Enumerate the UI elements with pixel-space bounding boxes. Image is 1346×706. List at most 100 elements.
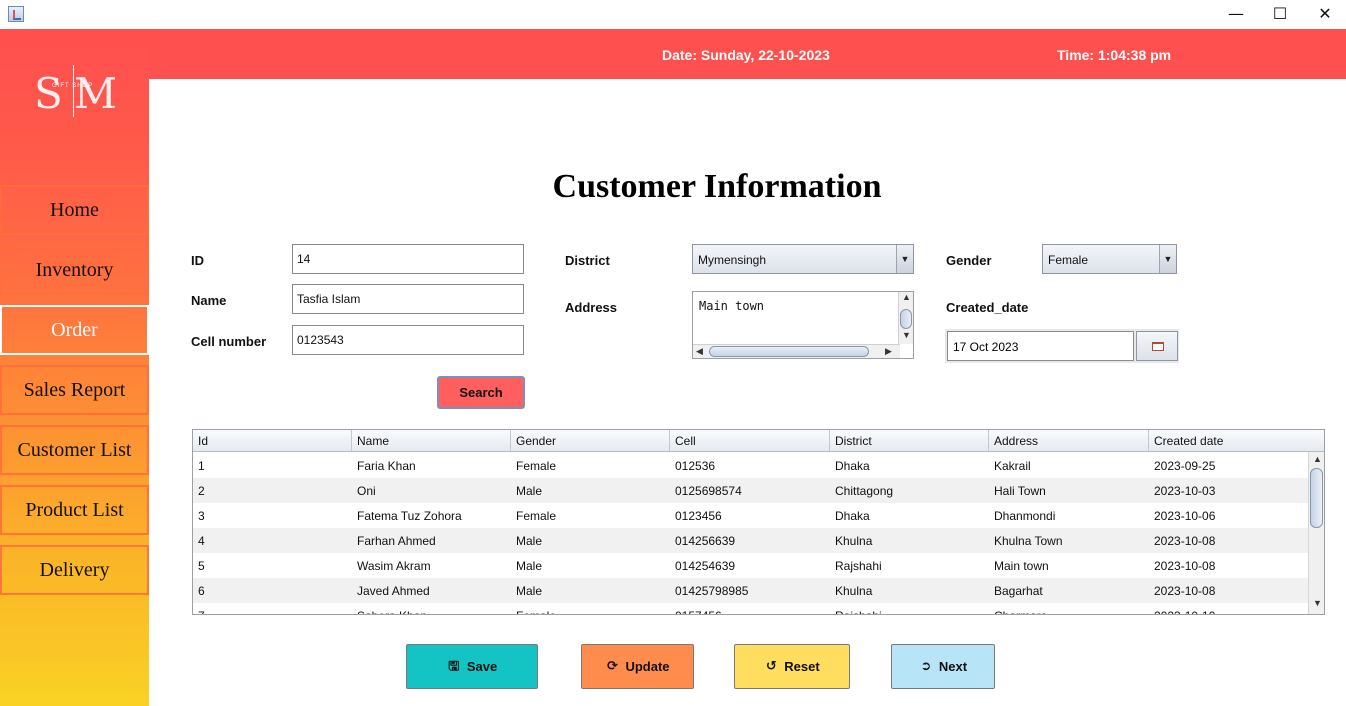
created-date-field[interactable]: 17 Oct 2023 bbox=[947, 331, 1134, 361]
address-horizontal-scrollbar[interactable]: ◀ ▶ bbox=[693, 344, 900, 358]
cell-district: Dhaka bbox=[835, 459, 870, 473]
cell-address: Khulna Town bbox=[994, 534, 1063, 548]
cell-gender: Female bbox=[516, 459, 557, 473]
address-vertical-scrollbar[interactable]: ▲ ▼ bbox=[898, 292, 913, 344]
minimize-button[interactable]: — bbox=[1213, 0, 1259, 29]
cell-district: Chittagong bbox=[835, 484, 894, 498]
cell-name: Fatema Tuz Zohora bbox=[357, 509, 462, 523]
table-row[interactable]: 6 Javed Ahmed Male 01425798985 Khulna Bagarha… bbox=[193, 578, 1309, 603]
table-row[interactable]: 1 Faria Khan Female 012536 Dhaka Kakrail 2023-… bbox=[193, 453, 1309, 478]
search-button[interactable]: Search bbox=[437, 376, 525, 409]
table-row[interactable]: 2 Oni Male 0125698574 Chittagong Hali Town 202… bbox=[193, 478, 1309, 503]
column-header-name[interactable]: Name bbox=[352, 430, 511, 451]
sidebar-item-home[interactable]: Home bbox=[0, 185, 149, 235]
created-date-label: Created_date bbox=[946, 300, 1029, 315]
scroll-up-icon[interactable]: ▲ bbox=[1313, 454, 1322, 464]
save-button-label: Save bbox=[466, 659, 498, 674]
logo-subtitle: GIFT SHOP bbox=[52, 83, 94, 89]
scroll-down-icon[interactable]: ▼ bbox=[1313, 598, 1322, 608]
column-header-created-date[interactable]: Created date bbox=[1149, 430, 1309, 451]
cell-id: 5 bbox=[198, 559, 205, 573]
cell-address: Dhanmondi bbox=[994, 509, 1056, 523]
cell-id: 2 bbox=[198, 484, 205, 498]
column-header-gender[interactable]: Gender bbox=[511, 430, 670, 451]
sidebar-item-order[interactable]: Order bbox=[0, 305, 149, 355]
cell-id: 3 bbox=[198, 509, 205, 523]
sidebar-item-delivery[interactable]: Delivery bbox=[0, 545, 149, 595]
cell-created-date: 2023-10-06 bbox=[1154, 509, 1216, 523]
cell-cell: 012536 bbox=[675, 459, 716, 473]
reset-button[interactable]: ↺ Reset bbox=[734, 644, 850, 689]
table-row[interactable]: 5 Wasim Akram Male 014254639 Rajshahi Main to… bbox=[193, 553, 1309, 578]
cell-cell: 014256639 bbox=[675, 534, 736, 548]
table-scroll-thumb[interactable] bbox=[1310, 468, 1323, 528]
cell-created-date: 2023-10-08 bbox=[1154, 559, 1216, 573]
cell-address: Main town bbox=[994, 559, 1049, 573]
cell-number-label: Cell number bbox=[191, 334, 267, 349]
cell-number-field[interactable]: 0123543 bbox=[292, 325, 524, 355]
column-header-district[interactable]: District bbox=[830, 430, 989, 451]
table-row[interactable]: 3 Fatema Tuz Zohora Female 0123456 Dhaka Dhan… bbox=[193, 503, 1309, 528]
cell-district: Dhaka bbox=[835, 509, 870, 523]
table-header-corner bbox=[1308, 430, 1324, 452]
update-button[interactable]: ⟳ Update bbox=[581, 644, 694, 689]
next-button[interactable]: ➲ Next bbox=[891, 644, 995, 689]
logo-letter-s: S bbox=[34, 69, 63, 118]
cell-name: Faria Khan bbox=[357, 459, 416, 473]
address-textarea[interactable]: Main town ▲ ▼ ◀ ▶ bbox=[692, 291, 914, 359]
column-header-id[interactable]: Id bbox=[193, 430, 352, 451]
customer-table: Id Name Gender Cell District Address Cre… bbox=[192, 429, 1325, 615]
cell-created-date: 2023-10-10 bbox=[1149, 603, 1220, 614]
cell-name: Wasim Akram bbox=[357, 559, 431, 573]
district-label: District bbox=[565, 253, 610, 268]
name-label: Name bbox=[191, 293, 227, 308]
gender-select[interactable]: Female ▼ bbox=[1042, 244, 1177, 274]
page-title: Customer Information bbox=[552, 168, 882, 205]
cell-created-date: 2023-10-08 bbox=[1154, 584, 1216, 598]
id-field[interactable]: 14 bbox=[292, 244, 524, 274]
reset-button-label: Reset bbox=[784, 659, 820, 674]
scroll-down-icon[interactable]: ▼ bbox=[902, 330, 911, 340]
column-header-cell[interactable]: Cell bbox=[670, 430, 830, 451]
column-header-address[interactable]: Address bbox=[989, 430, 1149, 451]
chevron-down-icon: ▼ bbox=[896, 245, 913, 273]
name-field[interactable]: Tasfia Islam bbox=[292, 284, 524, 314]
sidebar: S M GIFT SHOP Home Inventory Order Sales… bbox=[0, 29, 149, 706]
window-titlebar: — ☐ ✕ bbox=[0, 0, 1346, 29]
scroll-up-icon[interactable]: ▲ bbox=[902, 292, 911, 302]
scroll-right-icon[interactable]: ▶ bbox=[885, 346, 892, 357]
id-label: ID bbox=[191, 253, 204, 268]
chevron-down-icon: ▼ bbox=[1159, 245, 1176, 273]
cell-id: 7 bbox=[193, 603, 210, 614]
cell-created-date: 2023-10-03 bbox=[1154, 484, 1216, 498]
gender-select-value: Female bbox=[1048, 253, 1089, 267]
sidebar-item-sales-report[interactable]: Sales Report bbox=[0, 365, 149, 415]
logo-letter-m: M bbox=[74, 69, 118, 118]
district-select[interactable]: Mymensingh ▼ bbox=[692, 244, 914, 274]
cell-cell: 0125698574 bbox=[675, 484, 742, 498]
arrow-right-circle-icon: ➲ bbox=[920, 658, 932, 674]
cell-address: Charmara bbox=[989, 603, 1052, 614]
district-select-value: Mymensingh bbox=[698, 253, 767, 267]
table-header: Id Name Gender Cell District Address Cre… bbox=[193, 430, 1309, 452]
sidebar-item-inventory[interactable]: Inventory bbox=[0, 245, 149, 295]
sidebar-item-customer-list[interactable]: Customer List bbox=[0, 425, 149, 475]
cell-name: Javed Ahmed bbox=[357, 584, 430, 598]
close-button[interactable]: ✕ bbox=[1302, 0, 1346, 29]
calendar-button[interactable] bbox=[1136, 331, 1178, 361]
scroll-left-icon[interactable]: ◀ bbox=[696, 346, 703, 357]
table-row[interactable]: 4 Farhan Ahmed Male 014256639 Khulna Khulna T… bbox=[193, 528, 1309, 553]
scroll-thumb[interactable] bbox=[900, 309, 912, 329]
table-vertical-scrollbar[interactable]: ▲ ▼ bbox=[1308, 452, 1324, 614]
maximize-button[interactable]: ☐ bbox=[1257, 0, 1303, 29]
cell-id: 1 bbox=[198, 459, 205, 473]
cell-name: Farhan Ahmed bbox=[357, 534, 436, 548]
refresh-icon: ⟳ bbox=[607, 658, 618, 674]
sidebar-item-product-list[interactable]: Product List bbox=[0, 485, 149, 535]
scroll-thumb-horizontal[interactable] bbox=[709, 346, 869, 357]
save-button[interactable]: 🖫 Save bbox=[406, 644, 538, 689]
table-row[interactable]: 7 Sabera Khan Female 0157456 Rajshahi Charmar… bbox=[193, 603, 1309, 614]
cell-gender: Female bbox=[516, 509, 557, 523]
cell-id: 4 bbox=[198, 534, 205, 548]
address-text: Main town bbox=[699, 299, 765, 313]
